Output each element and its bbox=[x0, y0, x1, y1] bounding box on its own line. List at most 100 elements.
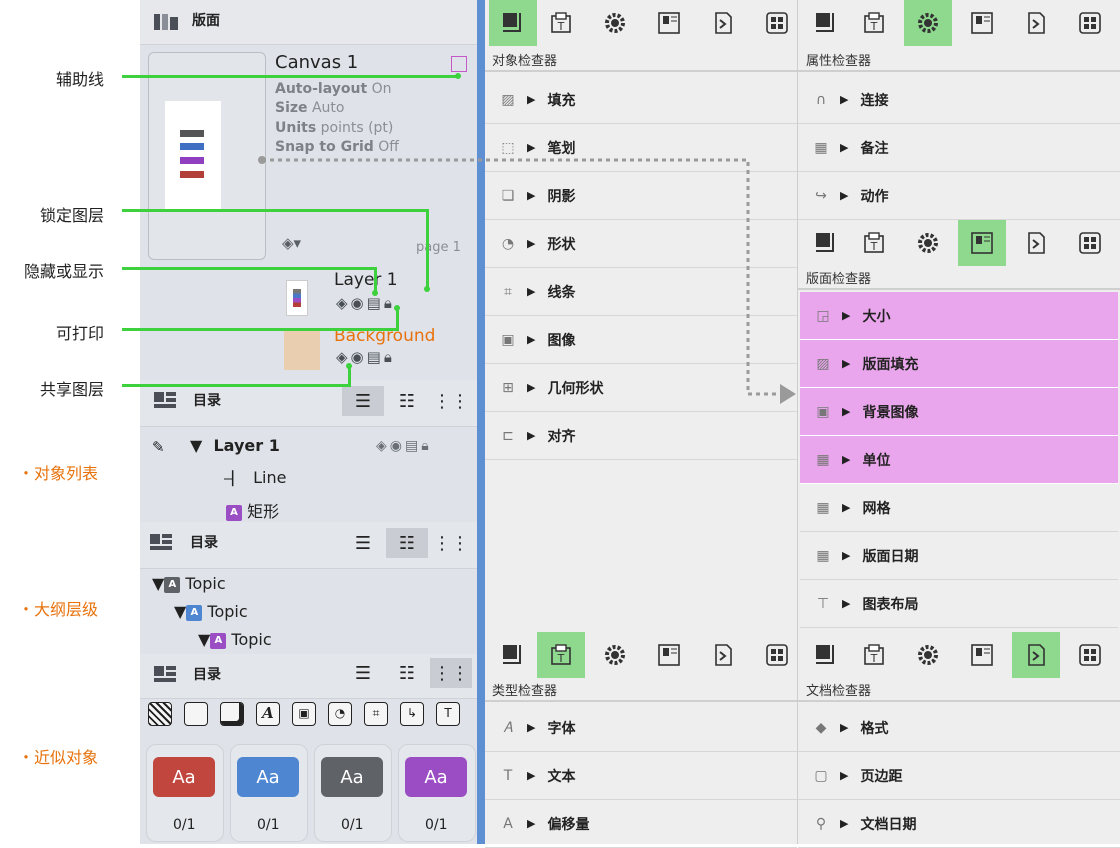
outline-topic-2[interactable]: ▼ A Topic bbox=[174, 602, 248, 621]
stroke-filter-icon[interactable] bbox=[184, 702, 208, 726]
disclosure-triangle-icon[interactable]: ▶ bbox=[840, 721, 848, 734]
document-inspector-icon[interactable] bbox=[1012, 220, 1060, 266]
disclosure-triangle-icon[interactable]: ▶ bbox=[527, 817, 535, 830]
canvas-inspector-icon[interactable] bbox=[958, 632, 1006, 678]
canvas-inspector-row-7[interactable]: ⊤ ▶ 图表布局 bbox=[800, 580, 1118, 628]
layers-menu-icon[interactable]: ◈▾ bbox=[282, 234, 301, 252]
canvas-inspector-row-5[interactable]: ▦ ▶ 网格 bbox=[800, 484, 1118, 532]
properties-inspector-icon[interactable]: T bbox=[850, 220, 898, 266]
stencils-icon[interactable] bbox=[753, 0, 801, 46]
outline-topic-1[interactable]: ▼ A Topic bbox=[152, 574, 226, 593]
fill-filter-icon[interactable] bbox=[148, 702, 172, 726]
outline-view-button[interactable]: ☷ bbox=[386, 386, 428, 416]
properties-inspector-icon[interactable]: T bbox=[537, 632, 585, 678]
object-inspector-icon[interactable] bbox=[802, 0, 850, 46]
layer1-name[interactable]: Layer 1 bbox=[334, 270, 398, 290]
document-inspector-row-2[interactable]: ▢ ▶ 页边距 bbox=[798, 752, 1120, 800]
disclosure-triangle-icon[interactable]: ▶ bbox=[842, 597, 850, 610]
object-inspector-row-4[interactable]: ◔ ▶ 形状 bbox=[485, 220, 797, 268]
canvas-inspector-row-6[interactable]: ▦ ▶ 版面日期 bbox=[800, 532, 1118, 580]
similar-card-2[interactable]: Aa 0/1 bbox=[230, 744, 308, 842]
disclosure-triangle-icon[interactable]: ▶ bbox=[527, 429, 535, 442]
disclosure-triangle-icon[interactable]: ▶ bbox=[527, 237, 535, 250]
canvas-inspector-row-2[interactable]: ▨ ▶ 版面填充 bbox=[800, 340, 1118, 388]
outline-view-button[interactable]: ☷ bbox=[386, 528, 428, 558]
disclosure-triangle-icon[interactable]: ▶ bbox=[527, 141, 535, 154]
lock-icon[interactable]: 🔒︎ bbox=[384, 294, 395, 312]
canvas-inspector-icon[interactable] bbox=[645, 0, 693, 46]
document-inspector-row-1[interactable]: ◆ ▶ 格式 bbox=[798, 704, 1120, 752]
text-filter-icon[interactable]: T bbox=[436, 702, 460, 726]
contents-layer-row[interactable]: ▼ Layer 1 bbox=[190, 436, 280, 455]
canvas-inspector-icon[interactable] bbox=[958, 0, 1006, 46]
properties-inspector-row-2[interactable]: ▦ ▶ 备注 bbox=[798, 124, 1120, 172]
line-item[interactable]: ⎯⎸ Line bbox=[224, 468, 286, 488]
printer-icon[interactable]: ▤ bbox=[367, 294, 384, 312]
canvas-inspector-icon[interactable] bbox=[645, 632, 693, 678]
object-inspector-icon[interactable] bbox=[489, 632, 537, 678]
list-view-button[interactable]: ☰ bbox=[342, 658, 384, 688]
disclosure-triangle-icon[interactable]: ▶ bbox=[842, 501, 850, 514]
font-filter-icon[interactable]: A bbox=[256, 702, 280, 726]
object-inspector-row-6[interactable]: ▣ ▶ 图像 bbox=[485, 316, 797, 364]
document-inspector-row-3[interactable]: ⚲ ▶ 文档日期 bbox=[798, 800, 1120, 848]
document-inspector-icon[interactable] bbox=[699, 0, 747, 46]
disclosure-triangle-icon[interactable]: ▶ bbox=[527, 381, 535, 394]
disclosure-triangle-icon[interactable]: ▶ bbox=[527, 721, 535, 734]
canvas-thumbnail[interactable] bbox=[148, 52, 266, 260]
similar-card-1[interactable]: Aa 0/1 bbox=[146, 744, 224, 842]
object-inspector-row-7[interactable]: ⊞ ▶ 几何形状 bbox=[485, 364, 797, 412]
disclosure-triangle-icon[interactable]: ▶ bbox=[840, 93, 848, 106]
type-inspector-row-3[interactable]: A ▶ 偏移量 bbox=[485, 800, 797, 848]
shadow-filter-icon[interactable] bbox=[220, 702, 244, 726]
grid-view-button[interactable]: ⋮⋮ bbox=[430, 528, 472, 558]
rect-item[interactable]: A 矩形 bbox=[226, 498, 279, 522]
type-inspector-row-1[interactable]: 𝐴 ▶ 字体 bbox=[485, 704, 797, 752]
grid-view-button[interactable]: ⋮⋮ bbox=[430, 658, 472, 688]
document-inspector-icon[interactable] bbox=[699, 632, 747, 678]
properties-inspector-row-1[interactable]: ∩ ▶ 连接 bbox=[798, 76, 1120, 124]
similar-card-4[interactable]: Aa 0/1 bbox=[398, 744, 476, 842]
eye-icon[interactable]: ◉ bbox=[351, 294, 367, 312]
object-inspector-row-5[interactable]: ⌗ ▶ 线条 bbox=[485, 268, 797, 316]
gear-icon[interactable] bbox=[591, 0, 639, 46]
disclosure-triangle-icon[interactable]: ▶ bbox=[840, 769, 848, 782]
document-inspector-icon[interactable] bbox=[1012, 632, 1060, 678]
disclosure-triangle-icon[interactable]: ▶ bbox=[527, 769, 535, 782]
disclosure-triangle-icon[interactable]: ▶ bbox=[842, 549, 850, 562]
lock-icon[interactable]: 🔒︎ bbox=[384, 348, 395, 366]
disclosure-triangle-icon[interactable]: ▶ bbox=[527, 189, 535, 202]
disclosure-triangle-icon[interactable]: ▶ bbox=[840, 817, 848, 830]
grid-view-button[interactable]: ⋮⋮ bbox=[430, 386, 472, 416]
image-filter-icon[interactable]: ▣ bbox=[292, 702, 316, 726]
stencils-icon[interactable] bbox=[753, 632, 801, 678]
printer-icon[interactable]: ▤ bbox=[367, 348, 384, 366]
object-inspector-row-8[interactable]: ⊏ ▶ 对齐 bbox=[485, 412, 797, 460]
properties-inspector-row-3[interactable]: ↪ ▶ 动作 bbox=[798, 172, 1120, 220]
properties-inspector-icon[interactable]: T bbox=[537, 0, 585, 46]
gear-icon[interactable] bbox=[904, 632, 952, 678]
shared-layer-icon[interactable]: ◈ bbox=[336, 294, 351, 312]
type-inspector-row-2[interactable]: T ▶ 文本 bbox=[485, 752, 797, 800]
disclosure-triangle-icon[interactable]: ▶ bbox=[527, 93, 535, 106]
properties-inspector-icon[interactable]: T bbox=[850, 632, 898, 678]
similar-card-3[interactable]: Aa 0/1 bbox=[314, 744, 392, 842]
object-inspector-row-3[interactable]: ❏ ▶ 阴影 bbox=[485, 172, 797, 220]
eye-icon[interactable]: ◉ bbox=[351, 348, 367, 366]
canvas-inspector-row-4[interactable]: ▦ ▶ 单位 bbox=[800, 436, 1118, 484]
disclosure-triangle-icon[interactable]: ▶ bbox=[842, 357, 850, 370]
disclosure-triangle-icon[interactable]: ▶ bbox=[842, 453, 850, 466]
disclosure-triangle-icon[interactable]: ▶ bbox=[842, 405, 850, 418]
stencils-icon[interactable] bbox=[1066, 632, 1114, 678]
guides-icon[interactable] bbox=[451, 56, 467, 72]
gear-icon[interactable] bbox=[591, 632, 639, 678]
document-inspector-icon[interactable] bbox=[1012, 0, 1060, 46]
gear-icon[interactable] bbox=[904, 220, 952, 266]
canvas-inspector-row-3[interactable]: ▣ ▶ 背景图像 bbox=[800, 388, 1118, 436]
disclosure-triangle-icon[interactable]: ▶ bbox=[842, 309, 850, 322]
canvas-inspector-row-1[interactable]: ◲ ▶ 大小 bbox=[800, 292, 1118, 340]
line-filter-icon[interactable]: ⌗ bbox=[364, 702, 388, 726]
stencils-icon[interactable] bbox=[1066, 0, 1114, 46]
disclosure-triangle-icon[interactable]: ▶ bbox=[527, 285, 535, 298]
object-inspector-icon[interactable] bbox=[802, 220, 850, 266]
